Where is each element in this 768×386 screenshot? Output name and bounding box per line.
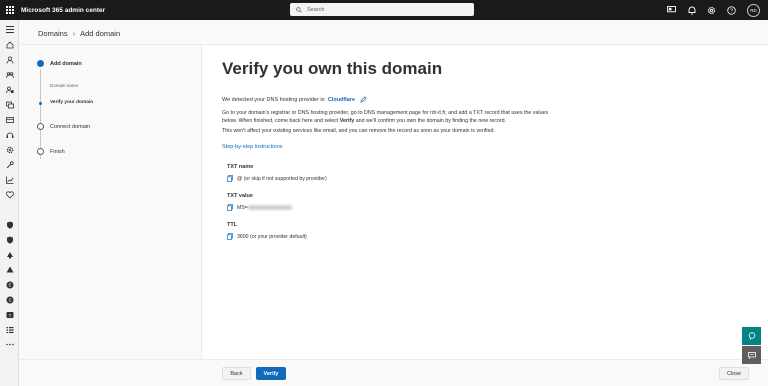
health-icon[interactable]	[5, 190, 14, 199]
search-placeholder: Search	[307, 6, 325, 13]
sharepoint-icon[interactable]: S	[5, 295, 14, 304]
txt-name-value: @ (or skip if not supported by provider)	[237, 175, 327, 182]
svg-text:S: S	[8, 297, 11, 302]
home-icon[interactable]	[5, 40, 14, 49]
ttl-label: TTL	[227, 222, 238, 228]
wizard-steps: Add domain Domain name Verify your domai…	[19, 45, 202, 359]
endpoint-icon[interactable]	[5, 250, 14, 259]
copy-icon[interactable]	[227, 204, 233, 211]
txt-value: MS=	[237, 205, 292, 211]
step-by-step-link[interactable]: Step-by-step instructions	[222, 144, 283, 150]
breadcrumb-domains[interactable]: Domains	[38, 29, 68, 38]
svg-text:E: E	[8, 282, 11, 287]
step-connect-domain[interactable]: Connect domain	[50, 124, 90, 130]
redacted-value	[247, 205, 292, 210]
page-title: Verify you own this domain	[222, 59, 443, 78]
step-domain-name[interactable]: Domain name	[50, 83, 78, 88]
security-icon[interactable]	[5, 220, 14, 229]
help-support-button[interactable]	[742, 327, 761, 345]
notifications-icon[interactable]	[687, 6, 696, 15]
ttl-row: 3600 (or your provider default)	[227, 233, 307, 240]
step-verify-marker	[39, 102, 42, 105]
resources-icon[interactable]	[5, 100, 14, 109]
step-finish-marker	[37, 148, 44, 155]
ttl-value: 3600 (or your provider default)	[237, 233, 307, 240]
instructions-text-2: and we'll confirm you own the domain by …	[355, 117, 507, 124]
detected-provider: We detected your DNS hosting provider is…	[222, 96, 367, 103]
reports-icon[interactable]	[5, 175, 14, 184]
users-icon[interactable]	[5, 55, 14, 64]
screen-icon[interactable]	[667, 6, 676, 15]
step-connect-marker	[37, 123, 44, 130]
search-icon	[296, 6, 302, 13]
copy-icon[interactable]	[227, 175, 233, 182]
billing-icon[interactable]	[5, 115, 14, 124]
detected-prefix: We detected your DNS hosting provider is…	[222, 96, 326, 103]
gear-icon[interactable]	[5, 145, 14, 154]
svg-text:T: T	[8, 312, 11, 317]
step-connector	[40, 69, 41, 159]
hamburger-icon[interactable]	[5, 25, 14, 34]
roles-icon[interactable]	[5, 85, 14, 94]
txt-value-label: TXT value	[227, 193, 253, 199]
feedback-button[interactable]	[742, 346, 761, 364]
azure-ad-icon[interactable]	[5, 265, 14, 274]
support-bubble-icon	[748, 332, 755, 340]
close-button[interactable]: Close	[719, 367, 749, 380]
step-add-domain[interactable]: Add domain	[50, 61, 82, 67]
settings-icon[interactable]	[707, 6, 716, 15]
footer-bar: Back Verify Close	[19, 359, 768, 386]
search-input[interactable]: Search	[290, 3, 474, 16]
exchange-icon[interactable]: E	[5, 280, 14, 289]
breadcrumb-current: Add domain	[80, 29, 121, 38]
app-launcher-icon[interactable]	[0, 0, 20, 20]
compliance-icon[interactable]	[5, 235, 14, 244]
support-icon[interactable]	[5, 130, 14, 139]
avatar[interactable]: RD	[747, 3, 760, 17]
instructions-paragraph: Go to your domain's registrar or DNS hos…	[222, 110, 562, 126]
top-bar: Microsoft 365 admin center Search ? RD	[0, 0, 768, 20]
instructions-note: This won't affect your existing services…	[222, 128, 495, 134]
svg-text:?: ?	[730, 8, 733, 14]
txt-name-row: @ (or skip if not supported by provider)	[227, 175, 327, 182]
feedback-icon	[747, 351, 756, 359]
step-add-domain-marker	[37, 60, 44, 67]
left-nav: E S T	[0, 20, 19, 386]
txt-value-row: MS=	[227, 204, 292, 211]
step-verify-domain[interactable]: Verify your domain	[50, 100, 93, 105]
setup-icon[interactable]	[5, 160, 14, 169]
breadcrumb: Domains › Add domain	[38, 29, 120, 38]
step-finish[interactable]: Finish	[50, 149, 65, 155]
teams-admin-icon[interactable]: T	[5, 310, 14, 319]
edit-pencil-icon[interactable]	[360, 96, 367, 103]
main-panel: Verify you own this domain We detected y…	[202, 45, 768, 359]
teams-icon[interactable]	[5, 70, 14, 79]
app-title[interactable]: Microsoft 365 admin center	[21, 7, 105, 14]
provider-name: Cloudflare	[327, 96, 356, 103]
txt-value-prefix: MS=	[237, 204, 248, 211]
copy-icon[interactable]	[227, 233, 233, 240]
chevron-right-icon: ›	[72, 29, 76, 38]
more-icon[interactable]	[5, 340, 14, 349]
all-admin-centers-icon[interactable]	[5, 325, 14, 334]
verify-button[interactable]: Verify	[256, 367, 286, 380]
instructions-verify-word: Verify	[339, 117, 355, 124]
help-icon[interactable]: ?	[727, 5, 736, 15]
txt-name-label: TXT name	[227, 164, 254, 170]
back-button[interactable]: Back	[222, 367, 251, 380]
